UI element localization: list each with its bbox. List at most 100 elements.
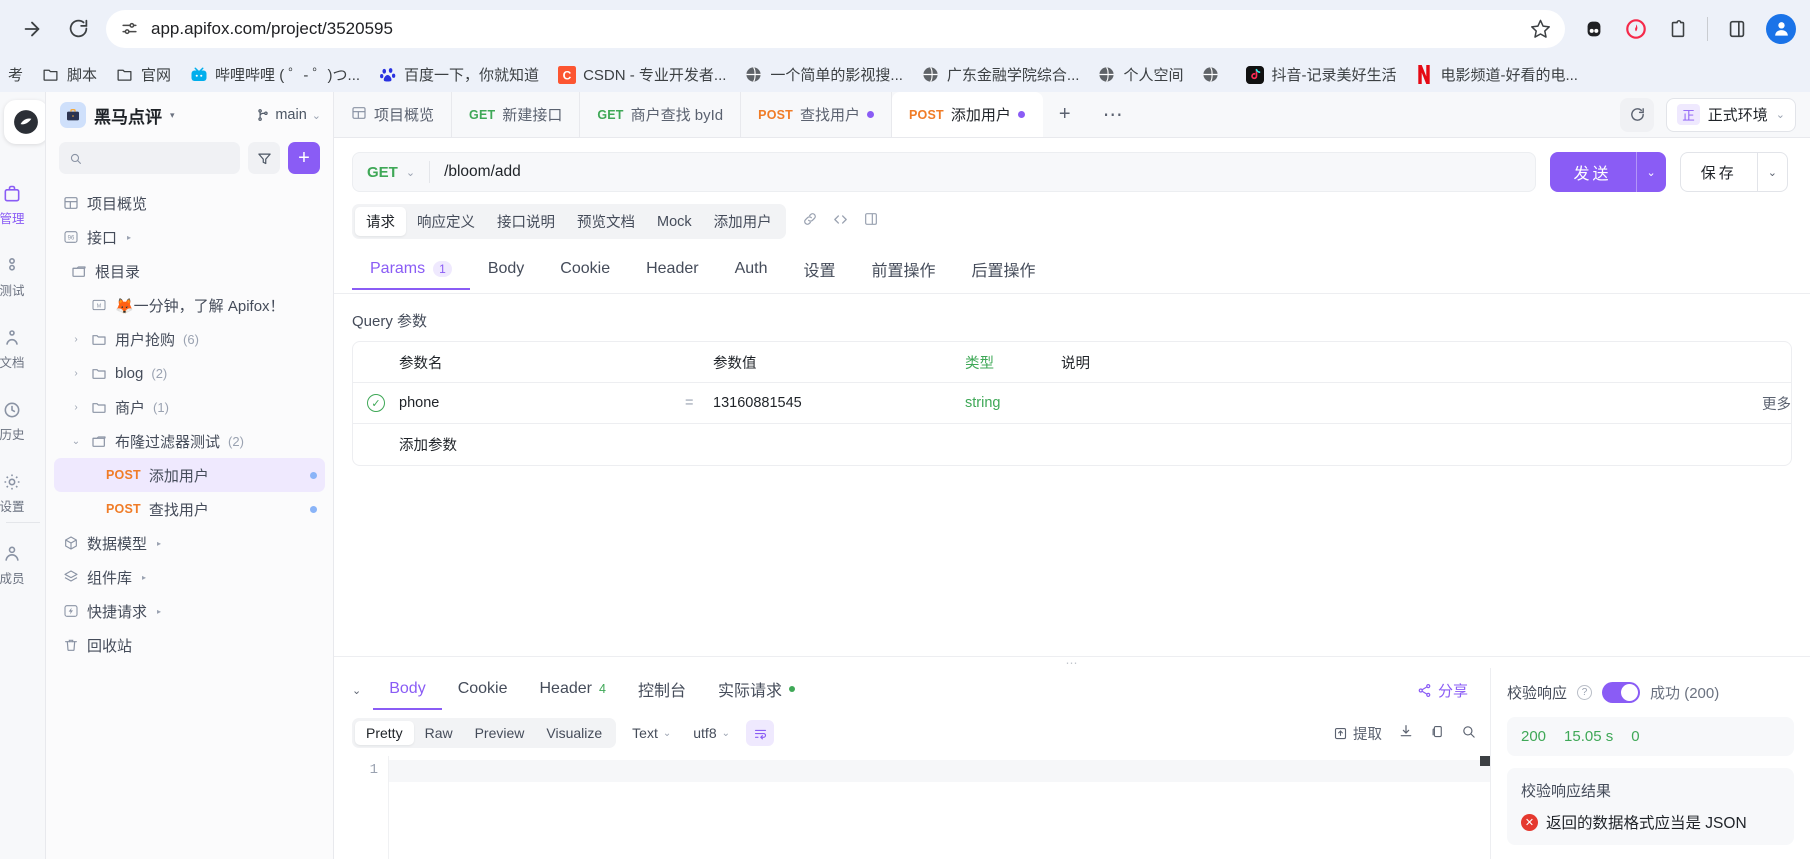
rail-item-members[interactable]: 成员 bbox=[0, 544, 45, 587]
validation-toggle[interactable] bbox=[1602, 682, 1641, 703]
tree-item[interactable]: › 商户 (1) bbox=[54, 390, 325, 424]
bookmark-item[interactable]: 广东金融学院综合... bbox=[921, 64, 1079, 85]
bookmark-item[interactable]: 考 bbox=[0, 64, 23, 85]
response-tab[interactable]: Header 4 bbox=[524, 670, 622, 710]
tree-item[interactable]: ⌄ 布隆过滤器测试 (2) bbox=[54, 424, 325, 458]
tree-item[interactable]: › 用户抢购 (6) bbox=[54, 322, 325, 356]
format-button[interactable]: Pretty bbox=[355, 721, 414, 745]
param-type-select[interactable]: string bbox=[965, 395, 1061, 411]
doc-subtab[interactable]: 添加用户 bbox=[703, 207, 783, 236]
extract-button[interactable]: 提取 bbox=[1333, 723, 1382, 744]
editor-tab[interactable]: GET 新建接口 bbox=[452, 92, 581, 137]
rail-item-settings[interactable]: 设置 bbox=[0, 472, 45, 515]
rail-item-doc[interactable]: 文档 bbox=[0, 328, 45, 371]
response-tab[interactable]: 控制台 bbox=[622, 667, 702, 713]
save-button[interactable]: 保存 bbox=[1679, 152, 1757, 192]
download-icon[interactable] bbox=[1398, 723, 1414, 743]
bookmark-item[interactable]: 脚本 bbox=[41, 64, 97, 85]
search-input[interactable] bbox=[90, 150, 230, 166]
editor-tab[interactable]: 项目概览 bbox=[334, 92, 453, 137]
param-name-input[interactable]: phone bbox=[399, 395, 685, 411]
add-button[interactable]: + bbox=[288, 142, 320, 174]
side-panel-icon[interactable] bbox=[1724, 16, 1750, 42]
bookmark-item[interactable]: 百度一下，你就知道 bbox=[378, 64, 539, 85]
send-button[interactable]: 发送 bbox=[1549, 152, 1636, 192]
search-icon[interactable] bbox=[1461, 724, 1476, 743]
extension-dark-icon[interactable] bbox=[1581, 16, 1607, 42]
format-button[interactable]: Visualize bbox=[535, 721, 613, 745]
bookmark-star-icon[interactable] bbox=[1530, 18, 1551, 39]
table-row[interactable]: ✓ phone = 13160881545 string 更多 bbox=[353, 383, 1791, 424]
branch-selector[interactable]: main ⌄ bbox=[256, 107, 321, 123]
tree-item[interactable]: 快捷请求 ▸ bbox=[54, 594, 325, 628]
request-tab[interactable]: 前置操作 bbox=[854, 249, 954, 293]
doc-subtab[interactable]: 响应定义 bbox=[406, 207, 486, 236]
request-tab[interactable]: Body bbox=[470, 252, 542, 290]
bookmark-item[interactable]: 电影频道-好看的电... bbox=[1414, 64, 1578, 85]
bookmark-item[interactable] bbox=[1201, 65, 1227, 84]
tree-item[interactable]: 组件库 ▸ bbox=[54, 560, 325, 594]
encoding-select[interactable]: utf8 ⌄ bbox=[687, 721, 736, 745]
environment-selector[interactable]: 正 正式环境 ⌄ bbox=[1666, 97, 1796, 132]
request-tab[interactable]: Auth bbox=[717, 252, 786, 290]
param-value-input[interactable]: 13160881545 bbox=[713, 395, 965, 411]
copy-icon[interactable] bbox=[1430, 724, 1445, 743]
format-button[interactable]: Preview bbox=[464, 721, 536, 745]
chevron-down-icon[interactable]: ▸ bbox=[157, 607, 161, 616]
expand-arrow-icon[interactable]: › bbox=[70, 368, 82, 379]
tree-item[interactable]: 数据模型 ▸ bbox=[54, 526, 325, 560]
send-options-icon[interactable]: ⌄ bbox=[1635, 152, 1666, 192]
share-button[interactable]: 分享 bbox=[1417, 680, 1478, 701]
request-tab[interactable]: 后置操作 bbox=[954, 249, 1054, 293]
scrollbar-thumb[interactable] bbox=[1480, 756, 1490, 766]
save-options-icon[interactable]: ⌄ bbox=[1756, 152, 1788, 192]
expand-arrow-icon[interactable]: ⌄ bbox=[70, 436, 82, 447]
site-settings-icon[interactable] bbox=[120, 19, 139, 38]
editor-tab[interactable]: POST 查找用户 bbox=[741, 92, 893, 137]
reload-icon[interactable] bbox=[60, 11, 96, 47]
chevron-down-icon[interactable]: ▸ bbox=[127, 233, 131, 242]
add-param-row[interactable]: 添加参数 bbox=[353, 424, 1791, 465]
extension-red-circle-icon[interactable] bbox=[1623, 16, 1649, 42]
format-button[interactable]: Raw bbox=[414, 721, 464, 745]
bookmark-item[interactable]: 哔哩哔哩 ( ゜- ゜)つ... bbox=[189, 64, 360, 85]
tree-item[interactable]: 回收站 bbox=[54, 628, 325, 662]
project-name[interactable]: 黑马点评 bbox=[94, 103, 162, 128]
link-icon[interactable] bbox=[802, 211, 818, 232]
rail-item-history[interactable]: 历史 bbox=[0, 400, 45, 443]
profile-avatar-icon[interactable] bbox=[1766, 13, 1796, 44]
rail-item-test[interactable]: 测试 bbox=[0, 256, 45, 299]
search-box[interactable] bbox=[59, 142, 240, 174]
bookmark-item[interactable]: 官网 bbox=[115, 64, 171, 85]
doc-subtab[interactable]: 接口说明 bbox=[486, 207, 566, 236]
bookmark-item[interactable]: 抖音-记录美好生活 bbox=[1245, 64, 1396, 85]
collapse-icon[interactable]: ⌄ bbox=[340, 684, 373, 697]
rail-item-manage[interactable]: 管理 bbox=[0, 184, 45, 227]
new-tab-button[interactable]: + bbox=[1043, 92, 1087, 137]
row-more-button[interactable]: 更多 bbox=[1739, 393, 1791, 414]
app-logo[interactable] bbox=[4, 100, 45, 144]
forward-arrow-icon[interactable] bbox=[14, 11, 50, 47]
code-content[interactable] bbox=[388, 756, 1490, 859]
response-tab[interactable]: 实际请求 bbox=[702, 667, 811, 713]
response-body-editor[interactable]: 1 bbox=[334, 756, 1490, 859]
api-item[interactable]: POST 添加用户 bbox=[54, 458, 325, 492]
request-tab[interactable]: Params 1 bbox=[352, 252, 470, 290]
panel-icon[interactable] bbox=[863, 211, 879, 232]
editor-tab[interactable]: GET 商户查找 byId bbox=[580, 92, 742, 137]
request-tab[interactable]: 设置 bbox=[786, 249, 854, 293]
tree-item[interactable]: 96 接口 ▸ bbox=[54, 220, 325, 254]
request-tab[interactable]: Cookie bbox=[542, 252, 628, 290]
content-type-select[interactable]: Text ⌄ bbox=[626, 721, 677, 745]
bookmark-item[interactable]: C CSDN - 专业开发者... bbox=[557, 64, 726, 85]
url-input[interactable]: /bloom/add bbox=[430, 163, 521, 181]
doc-subtab[interactable]: 请求 bbox=[355, 207, 406, 236]
doc-subtab[interactable]: 预览文档 bbox=[566, 207, 646, 236]
bookmark-item[interactable]: 一个简单的影视搜... bbox=[744, 64, 903, 85]
filter-icon[interactable] bbox=[248, 142, 280, 174]
doc-subtab[interactable]: Mock bbox=[646, 210, 703, 234]
tree-item[interactable]: 项目概览 bbox=[54, 186, 325, 220]
api-item[interactable]: POST 查找用户 bbox=[54, 492, 325, 526]
tree-item[interactable]: 根目录 bbox=[54, 254, 325, 288]
code-scrollbar[interactable] bbox=[1480, 756, 1490, 859]
